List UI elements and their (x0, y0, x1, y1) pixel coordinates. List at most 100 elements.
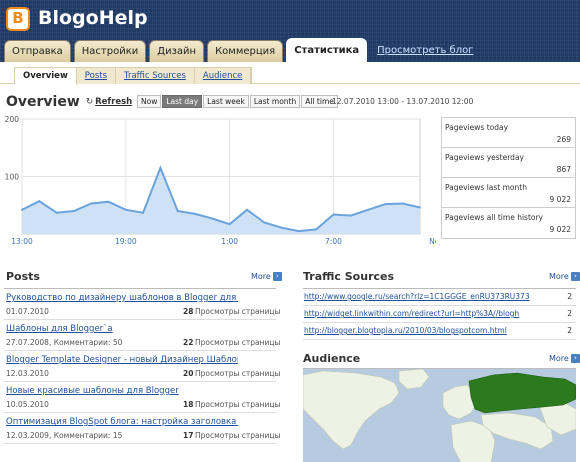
chart-data-point (349, 214, 352, 217)
post-views-label: Просмотры страницы (195, 400, 281, 409)
audience-more-link[interactable]: More › (549, 354, 580, 363)
stat-value: 867 (556, 165, 571, 174)
chart-data-point (90, 202, 93, 205)
post-views-label: Просмотры страницы (195, 431, 281, 440)
traffic-more-link[interactable]: More › (549, 272, 580, 281)
referrer-link[interactable]: http://blogger.blogtopla.ru/2010/03/blog… (304, 326, 536, 335)
chart-data-point (297, 230, 300, 233)
stat-label: Pageviews last month (445, 183, 527, 192)
stat-label: Pageviews yesterday (445, 153, 524, 162)
referrer-link[interactable]: http://widget.linkwithin.com/redirect?ur… (304, 309, 536, 318)
post-link[interactable]: Новые красивые шаблоны для Blogger (6, 386, 238, 396)
post-views-label: Просмотры страницы (195, 307, 281, 316)
post-views-count: 22 (183, 338, 194, 347)
chart-x-tick-label: 1:00 (221, 237, 238, 246)
post-link[interactable]: Blogger Template Designer - новый Дизайн… (6, 355, 238, 365)
blogger-logo-icon: B (6, 7, 30, 31)
chart-data-point (263, 221, 266, 224)
range-now-button[interactable]: Now (137, 95, 162, 108)
stat-row: Pageviews today 269 (442, 118, 575, 148)
post-views-count: 18 (183, 400, 194, 409)
subtab-posts[interactable]: Posts (77, 68, 117, 84)
chart-data-point (176, 210, 179, 212)
chart-data-point (194, 212, 196, 215)
chart-y-tick-label: 100 (5, 173, 20, 182)
stat-label: Pageviews today (445, 123, 509, 132)
tab-settings[interactable]: Настройки (73, 40, 147, 62)
post-link[interactable]: Руководство по дизайнеру шаблонов в Blog… (6, 293, 238, 303)
list-item: Оптимизация BlogSpot блога: настройка за… (4, 413, 280, 444)
post-views-count: 17 (183, 431, 194, 440)
referrer-link[interactable]: http://www.google.ru/search?rlz=1C1GGGE_… (304, 292, 536, 301)
world-map-graphic (303, 369, 576, 462)
posts-more-link[interactable]: More › (251, 272, 282, 281)
refresh-icon: ↻ (86, 97, 94, 107)
post-views-count: 20 (183, 369, 194, 378)
referrer-count: 2 (567, 292, 572, 301)
tab-design[interactable]: Дизайн (149, 40, 205, 62)
range-last-week-button[interactable]: Last week (203, 95, 249, 108)
stat-value: 9 022 (549, 225, 571, 234)
tab-posting[interactable]: Отправка (4, 40, 71, 62)
map-land-greenland (398, 369, 430, 390)
list-item: http://blogger.blogtopla.ru/2010/03/blog… (303, 323, 576, 340)
post-views-label: Просмотры страницы (195, 369, 281, 378)
referrer-count: 2 (567, 326, 572, 335)
chart-data-point (211, 217, 214, 220)
subtab-strip: Overview Posts Traffic Sources Audience (0, 62, 580, 85)
list-item: Шаблоны для Blogger`а 27.07.2008, Коммен… (4, 320, 280, 351)
subtab-traffic-sources[interactable]: Traffic Sources (116, 68, 195, 84)
pageview-stats: Pageviews today 269 Pageviews yesterday … (441, 117, 576, 239)
post-link[interactable]: Оптимизация BlogSpot блога: настройка за… (6, 417, 238, 427)
referrer-count: 2 (567, 309, 572, 318)
range-last-month-button[interactable]: Last month (249, 95, 301, 108)
stat-row: Pageviews all time history 9 022 (442, 208, 575, 237)
post-meta: 27.07.2008, Комментарии: 50 (6, 338, 123, 347)
chart-data-point (72, 210, 75, 212)
stat-value: 9 022 (549, 195, 571, 204)
range-selector: Now Last day Last week Last month All ti… (137, 95, 339, 108)
refresh-button[interactable]: ↻ Refresh (86, 97, 132, 107)
more-label: More (549, 272, 569, 281)
chart-x-tick-label: 13:00 (11, 237, 33, 246)
pageviews-chart: 100 200 13:00 19:00 1:00 7:00 Now (5, 115, 436, 246)
subtab-audience[interactable]: Audience (195, 68, 252, 84)
post-meta: 12.03.2010 (6, 369, 49, 378)
stat-label: Pageviews all time history (445, 213, 543, 222)
chart-data-point (107, 200, 110, 203)
chart-y-tick-label: 200 (5, 115, 20, 124)
chart-data-point (124, 208, 127, 211)
app-header: B BlogoHelp Отправка Настройки Дизайн Ко… (0, 0, 580, 62)
chart-x-tick-label: Now (429, 237, 436, 246)
tab-stats[interactable]: Статистика (286, 38, 368, 62)
chart-data-point (332, 213, 335, 216)
chart-data-point (401, 202, 404, 205)
arrow-right-icon: › (272, 272, 282, 281)
stat-row: Pageviews last month 9 022 (442, 178, 575, 208)
list-item: http://widget.linkwithin.com/redirect?ur… (303, 306, 576, 323)
app-title: BlogoHelp (38, 7, 148, 29)
audience-title: Audience (303, 352, 361, 365)
arrow-right-icon: › (570, 272, 580, 281)
chart-data-point (142, 211, 145, 214)
map-land-north-america (303, 370, 400, 450)
list-item: Blogger Template Designer - новый Дизайн… (4, 351, 280, 382)
posts-list: Руководство по дизайнеру шаблонов в Blog… (4, 288, 280, 444)
view-blog-link[interactable]: Просмотреть блог (377, 40, 473, 62)
chart-data-point (246, 208, 248, 211)
posts-title: Posts (6, 270, 40, 283)
overview-title: Overview (6, 94, 80, 110)
more-label: More (549, 354, 569, 363)
subtab-bar: Overview Posts Traffic Sources Audience (14, 67, 253, 85)
chart-data-point (228, 223, 231, 226)
post-views-label: Просмотры страницы (195, 338, 281, 347)
range-last-day-button[interactable]: Last day (162, 95, 203, 108)
tab-monetize[interactable]: Коммерция (207, 40, 284, 62)
post-views-count: 28 (183, 307, 194, 316)
subtab-overview[interactable]: Overview (15, 68, 77, 85)
post-link[interactable]: Шаблоны для Blogger`а (6, 324, 238, 334)
chart-data-point (55, 211, 58, 214)
chart-data-point (367, 208, 370, 211)
audience-world-map (303, 368, 576, 462)
chart-data-point (21, 208, 23, 211)
